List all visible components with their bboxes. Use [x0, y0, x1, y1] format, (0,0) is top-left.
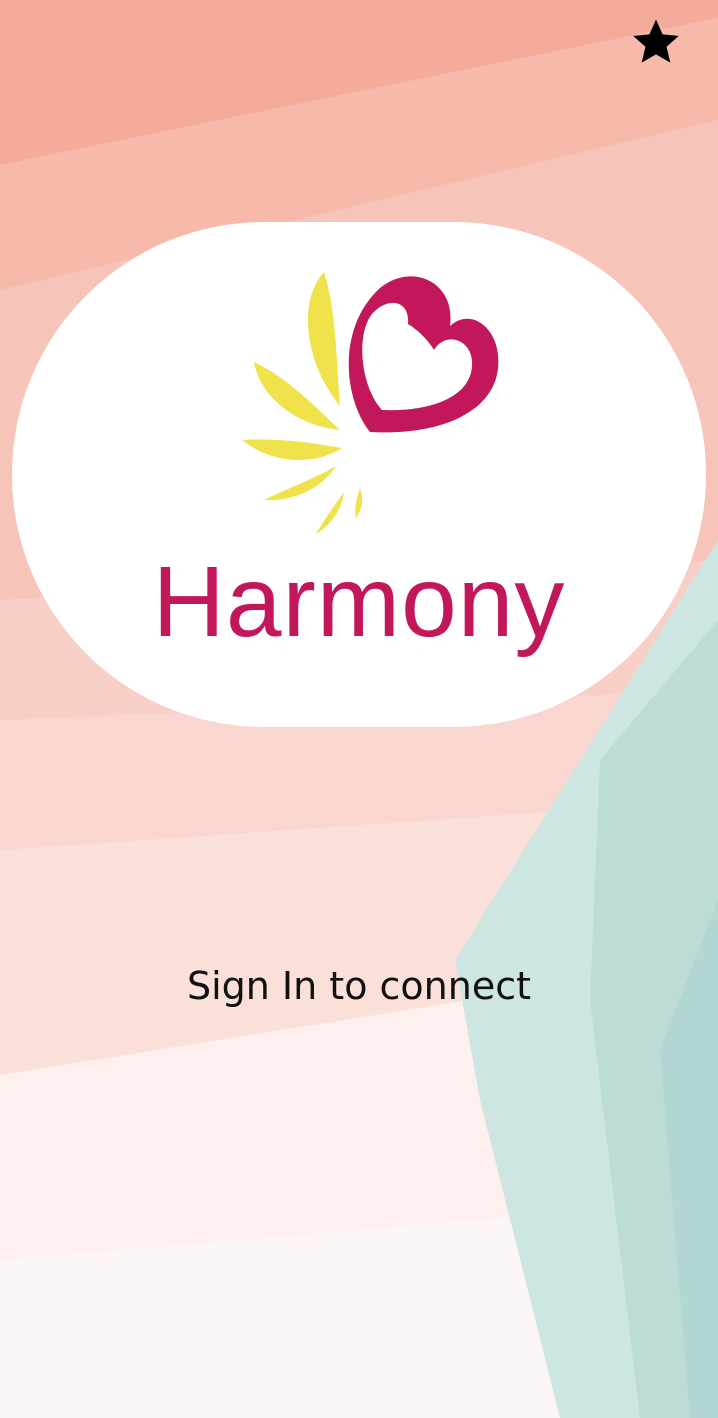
star-icon [633, 19, 679, 63]
brand-wordmark: Harmony [152, 546, 566, 658]
heart-butterfly-logo [242, 272, 499, 534]
favorite-button[interactable] [626, 14, 686, 70]
logo-card: Harmony [12, 222, 706, 727]
signin-link[interactable]: Sign In to connect [0, 960, 718, 1012]
app-screen: Harmony Sign In to connect [0, 0, 718, 1418]
